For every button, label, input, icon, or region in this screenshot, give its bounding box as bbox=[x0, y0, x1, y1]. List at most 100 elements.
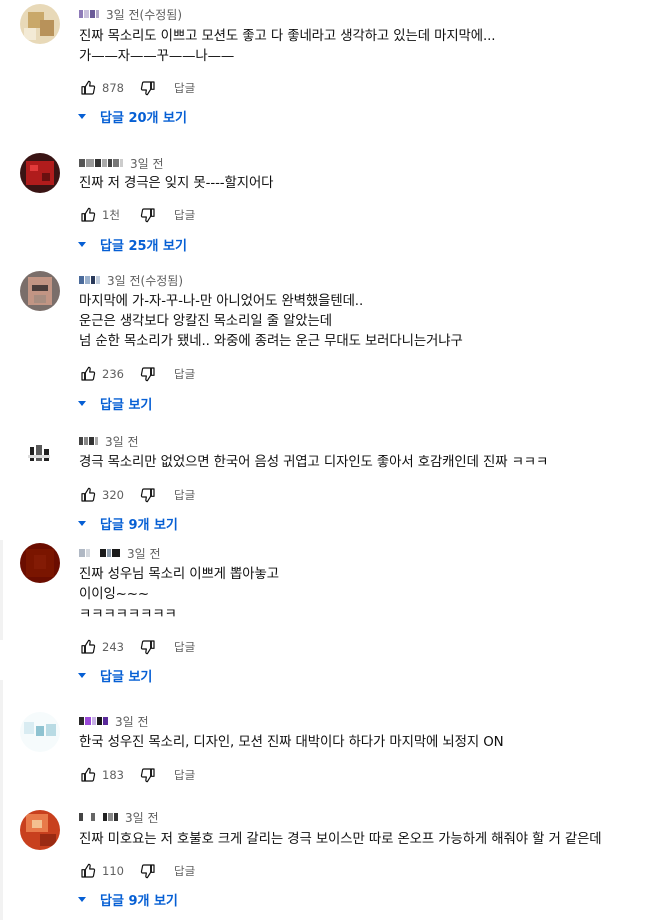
thumbs-down-icon bbox=[140, 367, 155, 382]
thumbs-down-icon bbox=[140, 81, 155, 96]
avatar[interactable] bbox=[20, 543, 60, 583]
caret-down-icon bbox=[78, 241, 86, 247]
comment-header: 3일 전(수정됨) bbox=[79, 272, 183, 288]
caret-down-icon bbox=[78, 400, 86, 406]
avatar-pixel bbox=[24, 28, 36, 40]
avatar[interactable] bbox=[20, 810, 60, 850]
thumbs-up-icon bbox=[81, 639, 96, 654]
caret-down-icon bbox=[78, 113, 86, 119]
timestamp[interactable]: 3일 전 bbox=[105, 433, 139, 450]
comment-header: 3일 전 bbox=[79, 155, 164, 171]
dislike-button[interactable] bbox=[136, 763, 160, 787]
reply-button[interactable]: 답글 bbox=[174, 767, 195, 783]
caret-down-icon bbox=[78, 672, 86, 678]
like-button[interactable] bbox=[76, 763, 100, 787]
dislike-button[interactable] bbox=[136, 635, 160, 659]
view-replies-button[interactable]: 답글 9개 보기 bbox=[74, 887, 178, 911]
reply-button[interactable]: 답글 bbox=[174, 207, 195, 223]
like-count: 878 bbox=[102, 81, 124, 95]
comment-text: 진짜 미호요는 저 호불호 크게 갈리는 경극 보이스만 따로 온오프 가능하게… bbox=[79, 832, 602, 847]
timestamp[interactable]: 3일 전 bbox=[127, 545, 161, 562]
timestamp[interactable]: 3일 전 bbox=[125, 809, 159, 826]
like-button[interactable] bbox=[76, 859, 100, 883]
timestamp[interactable]: 3일 전(수정됨) bbox=[107, 272, 183, 289]
avatar-pixel bbox=[32, 820, 42, 828]
view-replies-label: 답글 9개 보기 bbox=[100, 517, 178, 533]
thumbs-up-icon bbox=[81, 863, 96, 878]
avatar-pixel bbox=[46, 724, 56, 736]
view-replies-label: 답글 20개 보기 bbox=[100, 110, 187, 126]
thumbs-down-icon bbox=[140, 864, 155, 879]
reply-button[interactable]: 답글 bbox=[174, 639, 195, 655]
action-bar: 236 답글 bbox=[76, 362, 195, 386]
comment-text: 한국 성우진 목소리, 디자인, 모션 진짜 대박이다 하다가 마지막에 뇌정지… bbox=[79, 735, 504, 750]
comment-header: 3일 전 bbox=[79, 713, 149, 729]
left-divider bbox=[0, 680, 3, 920]
view-replies-button[interactable]: 답글 9개 보기 bbox=[74, 511, 178, 535]
action-bar: 243 답글 bbox=[76, 635, 195, 659]
like-button[interactable] bbox=[76, 635, 100, 659]
dislike-button[interactable] bbox=[136, 362, 160, 386]
dislike-button[interactable] bbox=[136, 76, 160, 100]
reply-button[interactable]: 답글 bbox=[174, 863, 195, 879]
avatar-pixel bbox=[30, 165, 38, 171]
avatar-pixel bbox=[34, 555, 46, 569]
thumbs-up-icon bbox=[81, 80, 96, 95]
reply-button[interactable]: 답글 bbox=[174, 487, 195, 503]
comment-text: 진짜 목소리도 이쁘고 모션도 좋고 다 좋네라고 생각하고 있는데 마지막에.… bbox=[79, 29, 496, 64]
dislike-button[interactable] bbox=[136, 203, 160, 227]
like-count: 183 bbox=[102, 768, 124, 782]
avatar-pixel bbox=[40, 834, 56, 846]
avatar-pixel bbox=[42, 173, 50, 181]
like-count: 320 bbox=[102, 488, 124, 502]
like-button[interactable] bbox=[76, 203, 100, 227]
like-button[interactable] bbox=[76, 362, 100, 386]
dislike-button[interactable] bbox=[136, 483, 160, 507]
author-name[interactable] bbox=[79, 157, 124, 169]
avatar-pixel bbox=[36, 726, 44, 736]
view-replies-label: 답글 보기 bbox=[100, 397, 153, 413]
timestamp[interactable]: 3일 전 bbox=[115, 713, 149, 730]
comment-text: 마지막에 가-자-꾸-나-만 아니었어도 완벽했을텐데.. 운근은 생각보다 앙… bbox=[79, 294, 463, 349]
reply-button[interactable]: 답글 bbox=[174, 80, 195, 96]
like-button[interactable] bbox=[76, 483, 100, 507]
reply-button[interactable]: 답글 bbox=[174, 366, 195, 382]
action-bar: 183 답글 bbox=[76, 763, 195, 787]
avatar-pixel bbox=[28, 455, 50, 458]
avatar[interactable] bbox=[20, 153, 60, 193]
author-name[interactable] bbox=[79, 274, 101, 286]
view-replies-button[interactable]: 답글 보기 bbox=[74, 663, 152, 687]
view-replies-button[interactable]: 답글 20개 보기 bbox=[74, 104, 187, 128]
action-bar: 878 답글 bbox=[76, 76, 195, 100]
view-replies-button[interactable]: 답글 25개 보기 bbox=[74, 232, 187, 256]
avatar[interactable] bbox=[20, 4, 60, 44]
author-name[interactable] bbox=[79, 435, 99, 447]
thumbs-down-icon bbox=[140, 640, 155, 655]
left-divider bbox=[0, 540, 3, 640]
timestamp[interactable]: 3일 전 bbox=[130, 155, 164, 172]
like-button[interactable] bbox=[76, 76, 100, 100]
thumbs-down-icon bbox=[140, 768, 155, 783]
avatar[interactable] bbox=[20, 271, 60, 311]
author-name[interactable] bbox=[79, 811, 119, 823]
thumbs-up-icon bbox=[81, 487, 96, 502]
dislike-button[interactable] bbox=[136, 859, 160, 883]
avatar[interactable] bbox=[20, 712, 60, 752]
timestamp[interactable]: 3일 전(수정됨) bbox=[106, 6, 182, 23]
view-replies-label: 답글 25개 보기 bbox=[100, 238, 187, 254]
comment-text: 진짜 성우님 목소리 이쁘게 뽑아놓고 이이잉~~~ ㅋㅋㅋㅋㅋㅋㅋㅋ bbox=[79, 567, 279, 622]
comment-header: 3일 전 bbox=[79, 433, 139, 449]
avatar-pixel bbox=[36, 445, 42, 461]
avatar[interactable] bbox=[20, 433, 60, 473]
view-replies-label: 답글 9개 보기 bbox=[100, 893, 178, 909]
avatar-pixel bbox=[40, 20, 54, 36]
comment-text: 경극 목소리만 없었으면 한국어 음성 귀엽고 디자인도 좋아서 호감캐인데 진… bbox=[79, 455, 549, 470]
author-name[interactable] bbox=[79, 715, 109, 727]
avatar-pixel bbox=[32, 285, 48, 291]
view-replies-button[interactable]: 답글 보기 bbox=[74, 391, 152, 415]
avatar-pixel bbox=[30, 447, 34, 461]
comment-header: 3일 전 bbox=[79, 809, 159, 825]
author-name[interactable] bbox=[79, 547, 121, 559]
author-name[interactable] bbox=[79, 8, 100, 20]
thumbs-up-icon bbox=[81, 366, 96, 381]
